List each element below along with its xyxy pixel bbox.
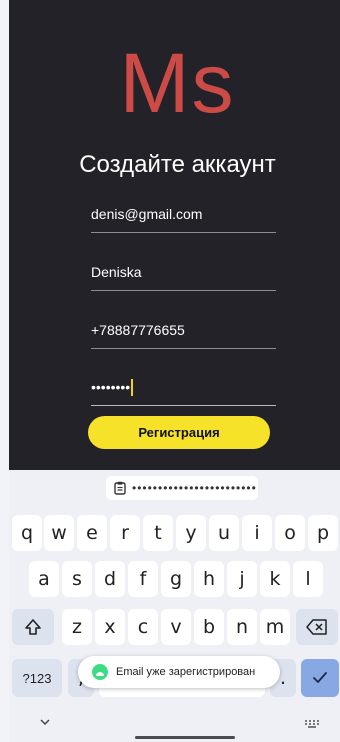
key-w[interactable]: w (44, 515, 74, 551)
phone-field[interactable]: +78887776655 (91, 316, 276, 349)
key-y[interactable]: y (176, 515, 206, 551)
username-value: Deniska (91, 264, 142, 280)
clipboard-suggestion[interactable]: •••••••••••••••••••••••• (106, 476, 258, 500)
key-n[interactable]: n (227, 609, 257, 645)
android-icon (92, 664, 108, 680)
key-a[interactable]: a (29, 561, 59, 597)
key-u[interactable]: u (209, 515, 239, 551)
page-title: Создайте аккаунт (79, 151, 276, 178)
email-field[interactable]: denis@gmail.com (91, 200, 276, 233)
keyboard-switch-icon[interactable] (305, 720, 319, 728)
clipboard-suggestion-text: •••••••••••••••••••••••• (132, 481, 257, 495)
key-j[interactable]: j (227, 561, 257, 597)
key-x[interactable]: x (95, 609, 125, 645)
enter-key[interactable] (301, 659, 339, 697)
key-b[interactable]: b (194, 609, 224, 645)
key-l[interactable]: l (293, 561, 323, 597)
app-logo: Ms (119, 36, 236, 130)
register-button[interactable]: Регистрация (88, 416, 270, 449)
shift-icon (25, 619, 41, 635)
key-v[interactable]: v (161, 609, 191, 645)
key-s[interactable]: s (62, 561, 92, 597)
key-k[interactable]: k (260, 561, 290, 597)
chevron-down-icon[interactable] (39, 718, 51, 726)
shift-key[interactable] (12, 609, 54, 645)
clipboard-icon (114, 481, 126, 495)
key-e[interactable]: e (77, 515, 107, 551)
key-o[interactable]: o (275, 515, 305, 551)
key-f[interactable]: f (128, 561, 158, 597)
key-p[interactable]: p (308, 515, 338, 551)
gesture-handle[interactable] (135, 736, 235, 739)
email-value: denis@gmail.com (91, 206, 203, 222)
on-screen-keyboard: •••••••••••••••••••••••• q w e r t y u i… (9, 470, 340, 742)
key-i[interactable]: i (242, 515, 272, 551)
key-g[interactable]: g (161, 561, 191, 597)
symbols-key[interactable]: ?123 (12, 659, 62, 697)
text-caret (131, 379, 133, 396)
username-field[interactable]: Deniska (91, 258, 276, 291)
backspace-key[interactable] (296, 609, 338, 645)
toast-notification: Email уже зарегистрирован (78, 656, 280, 688)
key-q[interactable]: q (12, 515, 42, 551)
backspace-icon (306, 619, 327, 635)
key-m[interactable]: m (260, 609, 290, 645)
key-h[interactable]: h (194, 561, 224, 597)
key-r[interactable]: r (110, 515, 140, 551)
key-d[interactable]: d (95, 561, 125, 597)
phone-value: +78887776655 (91, 322, 185, 338)
key-c[interactable]: c (128, 609, 158, 645)
password-value: •••••••• (91, 379, 131, 395)
checkmark-icon (313, 672, 327, 683)
registration-screen: Ms Создайте аккаунт denis@gmail.com Deni… (9, 0, 340, 470)
toast-message: Email уже зарегистрирован (116, 666, 256, 678)
password-field[interactable]: •••••••• (91, 373, 276, 406)
key-t[interactable]: t (143, 515, 173, 551)
key-z[interactable]: z (62, 609, 92, 645)
